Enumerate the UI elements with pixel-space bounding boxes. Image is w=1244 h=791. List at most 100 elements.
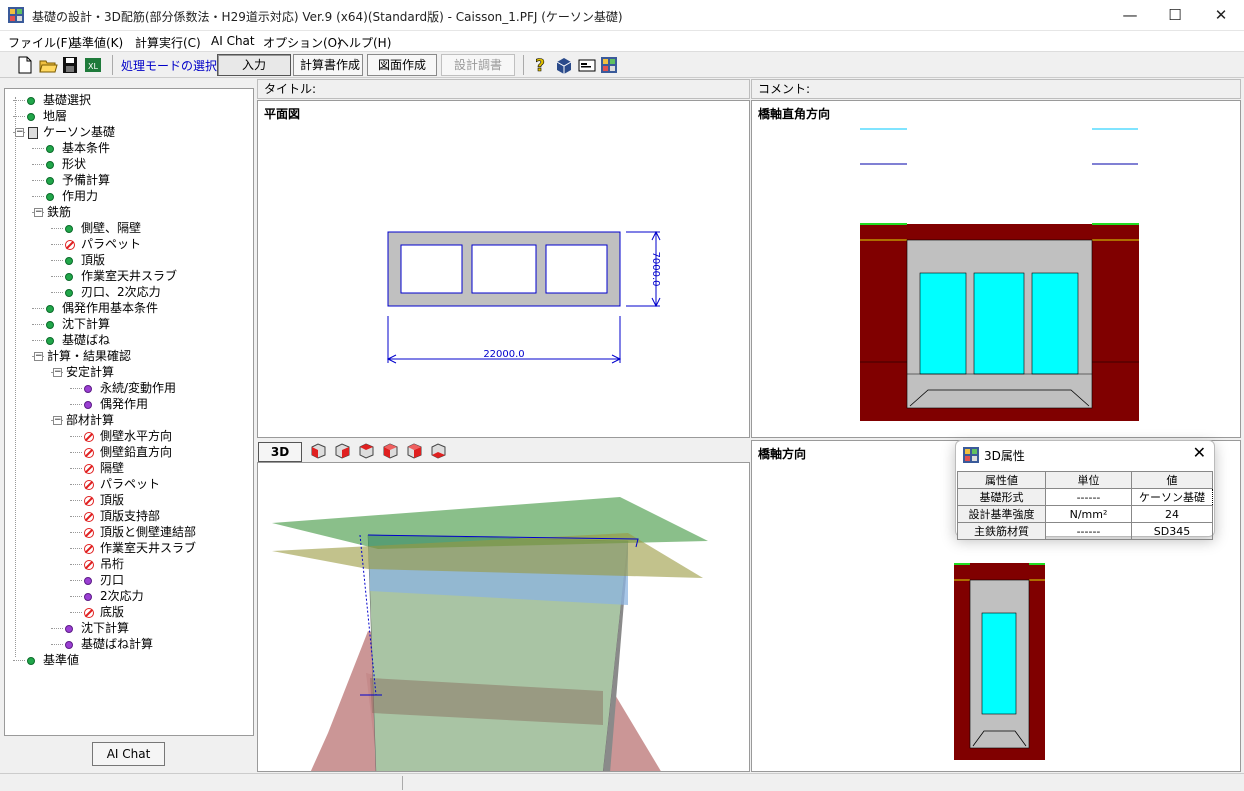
tree-item[interactable]: 側壁鉛直方向: [84, 444, 172, 460]
width-dimension: 22000.0: [483, 349, 524, 360]
tree-item[interactable]: 基本条件: [46, 140, 110, 156]
tree-item-label: 基本条件: [62, 141, 111, 155]
open-folder-icon[interactable]: [38, 54, 58, 76]
maximize-button[interactable]: ☐: [1152, 0, 1198, 31]
tree-item[interactable]: 2次応力: [84, 588, 144, 604]
attribute-unit: ------: [1045, 522, 1132, 540]
tree-item[interactable]: 作業室天井スラブ: [65, 268, 177, 284]
toolbar-separator: [112, 55, 113, 75]
popup-close-icon[interactable]: ✕: [1193, 443, 1206, 462]
cube-icon[interactable]: [311, 443, 326, 459]
cube-icon[interactable]: [359, 443, 374, 459]
tree-item[interactable]: 沈下計算: [46, 316, 110, 332]
tree-item[interactable]: 作用力: [46, 188, 98, 204]
expand-toggle-icon[interactable]: −: [53, 368, 62, 377]
toolbar-separator: [523, 55, 524, 75]
minimize-button[interactable]: —: [1107, 0, 1153, 31]
input-mode-button[interactable]: 入力: [217, 54, 291, 76]
status-result-icon: [84, 400, 92, 409]
status-result-icon: [84, 384, 92, 393]
drawing-button[interactable]: 図面作成: [367, 54, 437, 76]
attribute-value[interactable]: 24: [1131, 505, 1213, 523]
menu-options[interactable]: オプション(O): [263, 34, 342, 51]
tree-item[interactable]: 頂版と側壁連結部: [84, 524, 196, 540]
attribute-value[interactable]: SD345: [1131, 522, 1213, 540]
tree-item-label: 側壁、隔壁: [81, 221, 142, 235]
tree-item[interactable]: 作業室天井スラブ: [84, 540, 196, 556]
not-required-icon: [65, 239, 75, 250]
tree-item[interactable]: − 計算・結果確認: [34, 348, 131, 364]
plan-view[interactable]: 平面図 22000.0 7000.0: [257, 100, 750, 438]
attribute-value[interactable]: ケーソン基礎: [1131, 488, 1213, 506]
tree-item[interactable]: 偶発作用: [84, 396, 148, 412]
title-header[interactable]: タイトル:: [257, 79, 750, 99]
3d-button[interactable]: 3D: [258, 442, 302, 462]
3d-model-icon[interactable]: [554, 54, 574, 76]
perpendicular-view[interactable]: 橋軸直角方向: [751, 100, 1241, 438]
tree-item[interactable]: − 安定計算: [53, 364, 114, 380]
tree-panel: 基礎選択 地層 − ケーソン基礎 基本条件 形状 予備計算 作用力 − 鉄筋 側壁、隔壁 パラペット頂…: [4, 88, 254, 736]
cube-icon[interactable]: [335, 443, 350, 459]
ai-chat-button[interactable]: AI Chat: [92, 742, 165, 766]
close-button[interactable]: ✕: [1198, 0, 1244, 31]
card-icon[interactable]: [577, 54, 597, 76]
tree-item[interactable]: 底版: [84, 604, 124, 620]
report-button[interactable]: 計算書作成: [293, 54, 363, 76]
export-icon[interactable]: XL: [84, 54, 102, 76]
tree-item[interactable]: 刃口、2次応力: [65, 284, 161, 300]
menu-file[interactable]: ファイル(F): [8, 34, 72, 51]
expand-toggle-icon[interactable]: −: [53, 416, 62, 425]
tree-item[interactable]: パラペット: [84, 476, 160, 492]
status-complete-icon: [46, 192, 54, 201]
status-result-icon: [84, 592, 92, 601]
menu-calc[interactable]: 計算実行(C): [135, 34, 201, 51]
comment-header[interactable]: コメント:: [751, 79, 1241, 99]
tree-item[interactable]: 予備計算: [46, 172, 110, 188]
tree-item[interactable]: 頂版: [84, 492, 124, 508]
menu-standard[interactable]: 基準値(K): [70, 34, 123, 51]
tree-item[interactable]: − 部材計算: [53, 412, 114, 428]
cube-icon[interactable]: [431, 443, 446, 459]
tree-item[interactable]: − ケーソン基礎: [15, 124, 115, 140]
tree-item-label: 鉄筋: [47, 205, 72, 219]
3d-view[interactable]: [257, 462, 750, 772]
tree-item[interactable]: 偶発作用基本条件: [46, 300, 158, 316]
expand-toggle-icon[interactable]: −: [34, 352, 43, 361]
tree-item[interactable]: 刃口: [84, 572, 124, 588]
cube-icon[interactable]: [407, 443, 422, 459]
tree-item[interactable]: 側壁、隔壁: [65, 220, 141, 236]
app-icon: [8, 7, 24, 23]
tree-item-label: 作業室天井スラブ: [100, 541, 197, 555]
tree-item-label: 側壁水平方向: [100, 429, 173, 443]
cube-icon[interactable]: [383, 443, 398, 459]
app-icon[interactable]: [600, 54, 618, 76]
mode-label: 処理モードの選択: [121, 59, 218, 73]
tree-item[interactable]: 基礎選択: [27, 92, 91, 108]
expand-toggle-icon[interactable]: −: [15, 128, 24, 137]
not-required-icon: [84, 527, 94, 538]
tree-item[interactable]: 形状: [46, 156, 86, 172]
tree-item[interactable]: 地層: [27, 108, 67, 124]
help-icon[interactable]: ?: [531, 54, 549, 76]
tree-item[interactable]: 沈下計算: [65, 620, 129, 636]
tree-item[interactable]: 基礎ばね: [46, 332, 110, 348]
tree-item[interactable]: 側壁水平方向: [84, 428, 172, 444]
tree-item[interactable]: 永続/変動作用: [84, 380, 176, 396]
design-record-button[interactable]: 設計調書: [441, 54, 515, 76]
tree-item[interactable]: − 鉄筋: [34, 204, 71, 220]
tree-item[interactable]: 吊桁: [84, 556, 124, 572]
tree-item[interactable]: 基準値: [27, 652, 79, 668]
menu-ai-chat[interactable]: AI Chat: [211, 34, 255, 48]
new-file-icon[interactable]: [16, 54, 34, 76]
save-icon[interactable]: [61, 54, 79, 76]
not-required-icon: [84, 479, 94, 490]
tree-item[interactable]: 隔壁: [84, 460, 124, 476]
not-required-icon: [84, 431, 94, 442]
tree-item[interactable]: 頂版: [65, 252, 105, 268]
tree-item[interactable]: 頂版支持部: [84, 508, 160, 524]
expand-toggle-icon[interactable]: −: [34, 208, 43, 217]
tree-item[interactable]: 基礎ばね計算: [65, 636, 153, 652]
tree-item-label: 2次応力: [100, 589, 144, 603]
tree-item[interactable]: パラペット: [65, 236, 141, 252]
menu-help[interactable]: ヘルプ(H): [337, 34, 391, 51]
